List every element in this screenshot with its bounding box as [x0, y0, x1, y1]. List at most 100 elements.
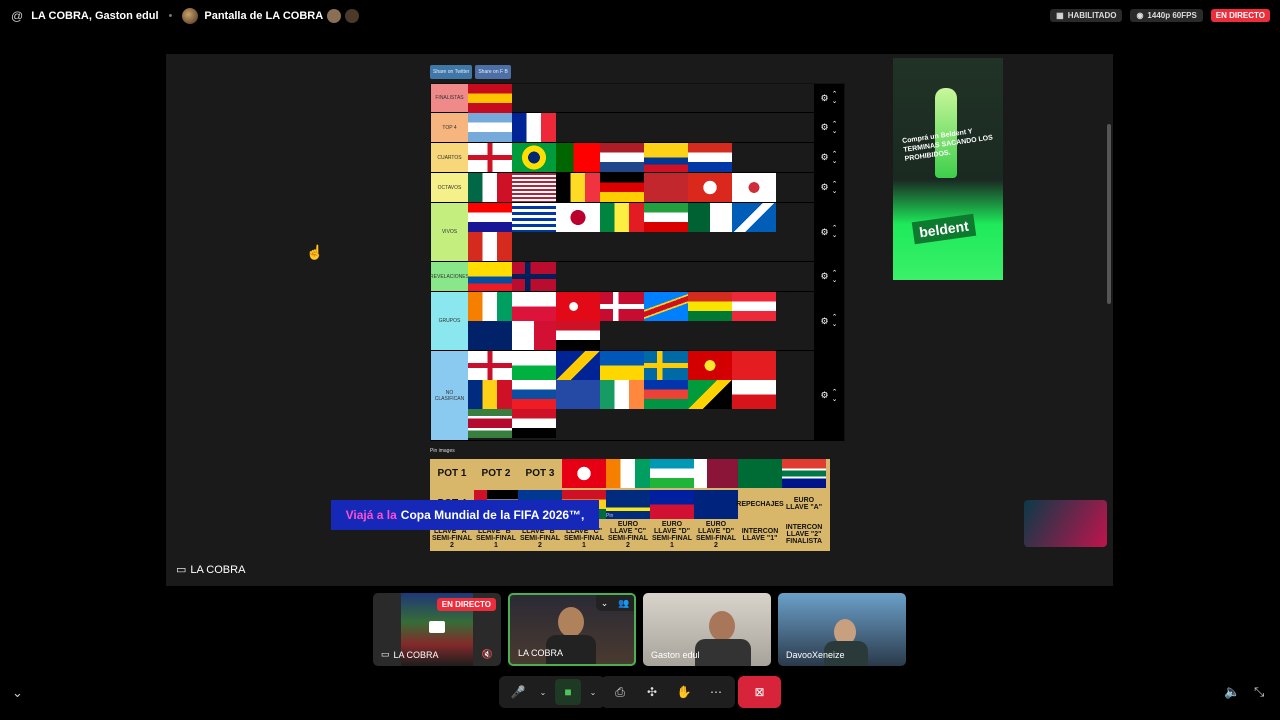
flag-cd-icon[interactable] — [644, 292, 688, 321]
gear-icon[interactable]: ⚙ — [821, 152, 829, 163]
flag-mx-icon[interactable] — [468, 173, 512, 202]
flag-ma-icon[interactable] — [644, 173, 688, 202]
activities-button[interactable]: ✣ — [639, 679, 665, 705]
flag-xk-icon[interactable] — [556, 380, 600, 409]
pot-label[interactable]: EURO LLAVE "D" SEMI-FINAL 1 — [650, 520, 694, 549]
chevron-up-icon[interactable]: ⌃ — [832, 314, 838, 321]
viewer-avatar[interactable] — [345, 9, 360, 23]
flag-sr-icon[interactable] — [468, 409, 512, 438]
move-arrows[interactable]: ⌃ ⌄ — [832, 181, 838, 195]
mic-options-chevron-icon[interactable]: ⌄ — [537, 679, 549, 705]
pot-label[interactable]: EURO LLAVE "A" — [782, 490, 826, 519]
flag-jp-icon[interactable] — [556, 203, 600, 232]
move-arrows[interactable]: ⌃ ⌄ — [832, 151, 838, 165]
share-screen-button[interactable]: ⎙ — [607, 679, 633, 705]
beldent-ad[interactable]: Comprá un Beldent Y TERMINAS SACANDO LOS… — [893, 58, 1003, 280]
chevron-up-icon[interactable]: ⌃ — [832, 151, 838, 158]
flag-se-icon[interactable] — [644, 351, 688, 380]
chevron-down-icon[interactable]: ⌄ — [12, 685, 23, 701]
flag-at_pl-icon[interactable] — [512, 292, 556, 321]
flag-ci-icon[interactable] — [468, 292, 512, 321]
tier-label[interactable]: TOP 4 — [431, 113, 468, 142]
move-arrows[interactable]: ⌃ ⌄ — [832, 91, 838, 105]
chevron-down-icon[interactable]: ⌄ — [832, 277, 838, 284]
chevron-down-icon[interactable]: ⌄ — [832, 232, 838, 239]
flag-al-icon[interactable] — [732, 351, 776, 380]
flag-es-icon[interactable] — [468, 84, 512, 113]
pot-label[interactable]: EURO LLAVE "D" SEMI-FINAL 2 — [694, 520, 738, 549]
flag-ir-icon[interactable] — [644, 203, 688, 232]
flag-sco-icon[interactable] — [732, 203, 776, 232]
tier-label[interactable]: FINALISTAS — [431, 84, 468, 112]
gear-icon[interactable]: ⚙ — [821, 271, 829, 282]
flag-nir-icon[interactable] — [468, 351, 512, 380]
volume-muted-icon[interactable]: 🔈 — [1224, 684, 1240, 700]
flag-za-icon[interactable] — [782, 459, 826, 488]
flag-hr-icon[interactable] — [468, 203, 512, 232]
flag-pt-icon[interactable] — [556, 143, 600, 172]
pot-label[interactable]: EURO LLAVE "C" SEMI-FINAL 2 — [606, 520, 650, 549]
flag-dz-icon[interactable] — [688, 203, 732, 232]
chevron-down-icon[interactable]: ⌄ — [832, 128, 838, 135]
flag-ro-icon[interactable] — [468, 380, 512, 409]
flag-de-icon[interactable] — [600, 173, 644, 202]
flag-nz-icon[interactable] — [694, 489, 738, 519]
flag-nc-icon[interactable] — [644, 380, 688, 409]
tier-label[interactable]: GRUPOS — [431, 292, 468, 350]
pot-label[interactable]: INTERCON LLAVE "1" — [738, 520, 782, 549]
scrollbar[interactable] — [1107, 124, 1111, 304]
fifa-banner-ad[interactable]: Viajá a la Copa Mundial de la FIFA 2026™… — [331, 500, 599, 530]
flag-ie-icon[interactable] — [600, 380, 644, 409]
move-arrows[interactable]: ⌃ ⌄ — [832, 225, 838, 239]
exit-fullscreen-icon[interactable]: ⤡ — [1254, 684, 1264, 700]
chevron-up-icon[interactable]: ⌃ — [832, 91, 838, 98]
soundboard-button[interactable]: ✋ — [671, 679, 697, 705]
gear-icon[interactable]: ⚙ — [821, 227, 829, 238]
flag-tn-icon[interactable] — [562, 459, 606, 488]
flag-br-icon[interactable] — [512, 143, 556, 172]
flag-pa-icon[interactable] — [512, 321, 556, 350]
flag-ci-icon[interactable] — [606, 459, 650, 488]
participant-tile[interactable]: DavooXeneize — [778, 593, 906, 666]
flag-en-icon[interactable] — [468, 143, 512, 172]
more-options-button[interactable]: ⋯ — [703, 679, 729, 705]
flag-eg-icon[interactable] — [556, 321, 600, 350]
chevron-down-icon[interactable]: ⌄ — [832, 188, 838, 195]
chevron-up-icon[interactable]: ⌃ — [832, 181, 838, 188]
move-arrows[interactable]: ⌃ ⌄ — [832, 389, 838, 403]
flag-be-icon[interactable] — [556, 173, 600, 202]
participant-tile-stream[interactable]: EN DIRECTO ▭ LA COBRA 🔇 — [373, 593, 501, 666]
tier-label[interactable]: VIVOS — [431, 203, 468, 261]
pin-images-label[interactable]: Pin images — [430, 448, 455, 454]
flag-ht-icon[interactable] — [650, 489, 694, 519]
people-icon[interactable]: 👥 — [618, 598, 629, 609]
chevron-down-icon[interactable]: ⌄ — [832, 158, 838, 165]
tier-label[interactable]: OCTAVOS — [431, 173, 468, 202]
flag-cz-icon[interactable] — [732, 380, 776, 409]
participant-tile[interactable]: Gaston edul — [643, 593, 771, 666]
pot-label[interactable]: POT 3 — [518, 459, 562, 488]
flag-sn-icon[interactable] — [600, 203, 644, 232]
share-fb-button[interactable]: Share on F B — [475, 65, 511, 79]
camera-button[interactable]: ■ — [555, 679, 581, 705]
flag-co-icon[interactable] — [644, 143, 688, 172]
flag-uz-icon[interactable] — [650, 459, 694, 488]
flag-ec-icon[interactable] — [468, 262, 512, 291]
flag-us-icon[interactable] — [512, 173, 556, 202]
gear-icon[interactable]: ⚙ — [821, 182, 829, 193]
flag-py-icon[interactable] — [688, 143, 732, 172]
chevron-down-icon[interactable]: ⌄ — [832, 98, 838, 105]
flag-mk-icon[interactable] — [688, 351, 732, 380]
chevron-down-icon[interactable]: ⌄ — [832, 321, 838, 328]
move-arrows[interactable]: ⌃ ⌄ — [832, 121, 838, 135]
pot-label[interactable]: POT 2 — [474, 459, 518, 488]
flag-ba-icon[interactable] — [556, 351, 600, 380]
picture-in-picture[interactable] — [1024, 500, 1107, 547]
tier-label[interactable]: REVELACIONES — [430, 262, 469, 291]
flag-dk-icon[interactable] — [600, 292, 644, 321]
camera-options-chevron-icon[interactable]: ⌄ — [587, 679, 599, 705]
flag-qa-icon[interactable] — [694, 459, 738, 488]
tier-label[interactable]: NO CLASIFICAN — [431, 351, 468, 440]
share-twitter-button[interactable]: Share on Twitter — [430, 65, 473, 79]
flag-kr-icon[interactable] — [732, 173, 776, 202]
